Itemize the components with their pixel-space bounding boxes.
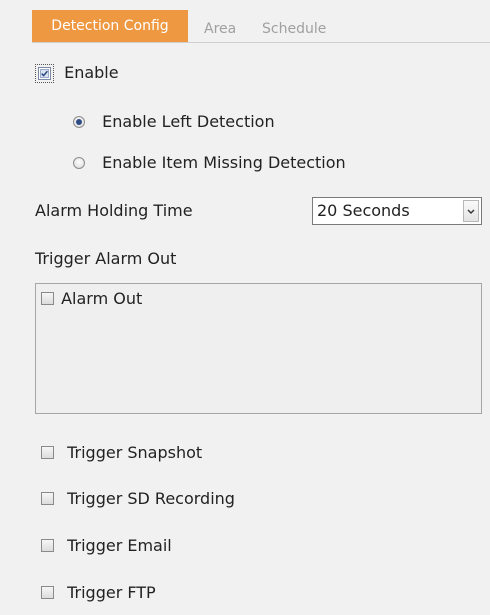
item-missing-radio[interactable] <box>73 156 85 169</box>
enable-row: Enable <box>35 63 119 83</box>
dropdown-button[interactable] <box>463 200 479 222</box>
trigger-ftp-checkbox[interactable] <box>41 586 54 599</box>
trigger-email-checkbox[interactable] <box>41 539 54 552</box>
trigger-email-label: Trigger Email <box>67 536 172 555</box>
enable-focus-ring <box>35 64 54 83</box>
trigger-snapshot-checkbox[interactable] <box>41 446 54 459</box>
list-item: Alarm Out <box>41 289 142 309</box>
alarm-out-label: Alarm Out <box>61 289 143 308</box>
tab-area[interactable]: Area <box>204 16 236 42</box>
trigger-sd-recording-label: Trigger SD Recording <box>67 489 235 508</box>
radio-row-item-missing: Enable Item Missing Detection <box>73 153 346 173</box>
tab-detection-config[interactable]: Detection Config <box>32 10 188 42</box>
alarm-holding-time-select[interactable]: 20 Seconds <box>312 197 482 225</box>
trigger-sd-recording-checkbox[interactable] <box>41 492 54 505</box>
trigger-snapshot-row: Trigger Snapshot <box>41 443 202 463</box>
enable-label: Enable <box>64 63 119 82</box>
alarm-out-list: Alarm Out <box>35 283 482 414</box>
trigger-alarm-out-label: Trigger Alarm Out <box>35 249 177 268</box>
left-detection-radio[interactable] <box>73 115 85 128</box>
trigger-snapshot-label: Trigger Snapshot <box>67 443 203 462</box>
tab-schedule[interactable]: Schedule <box>262 16 326 42</box>
chevron-down-icon <box>467 209 475 214</box>
trigger-email-row: Trigger Email <box>41 536 172 556</box>
checkmark-icon <box>40 69 49 78</box>
left-detection-label: Enable Left Detection <box>102 112 275 131</box>
alarm-out-checkbox[interactable] <box>41 292 54 305</box>
trigger-sd-recording-row: Trigger SD Recording <box>41 489 235 509</box>
item-missing-label: Enable Item Missing Detection <box>102 153 346 172</box>
trigger-ftp-row: Trigger FTP <box>41 583 156 603</box>
trigger-ftp-label: Trigger FTP <box>67 583 156 602</box>
tab-bar: Detection Config Area Schedule <box>32 10 490 43</box>
radio-row-left-detection: Enable Left Detection <box>73 112 275 132</box>
enable-checkbox[interactable] <box>38 67 51 80</box>
alarm-holding-time-value: 20 Seconds <box>317 201 410 220</box>
alarm-holding-time-label: Alarm Holding Time <box>35 201 193 220</box>
